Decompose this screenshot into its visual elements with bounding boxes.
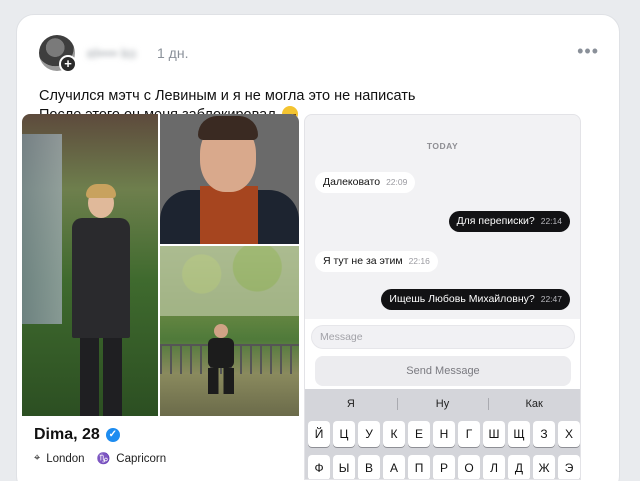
- key[interactable]: З: [533, 421, 555, 447]
- post-text-line: Случился мэтч с Левиным и я не могла это…: [39, 88, 416, 104]
- suggestion-item[interactable]: Ну: [396, 393, 489, 415]
- profile-info: Dima, 28 ✓ ⌖ London ♑ Capricorn: [22, 416, 299, 480]
- key[interactable]: П: [408, 455, 430, 479]
- key[interactable]: Л: [483, 455, 505, 479]
- dating-profile-screenshot: Dima, 28 ✓ ⌖ London ♑ Capricorn: [22, 114, 299, 480]
- chat-message-incoming: Далековато 22:09: [315, 172, 416, 193]
- key[interactable]: Х: [558, 421, 580, 447]
- chat-day-label: TODAY: [426, 141, 459, 151]
- add-friend-icon[interactable]: +: [59, 55, 77, 73]
- location-pin-icon: ⌖: [34, 452, 41, 464]
- key[interactable]: Ц: [333, 421, 355, 447]
- keyboard-row-1: Й Ц У К Е Н Г Ш Щ З Х: [308, 421, 580, 447]
- suggestion-item[interactable]: Я: [305, 393, 397, 415]
- chat-screenshot: TODAY Далековато 22:09 Для переписки? 22:1…: [304, 114, 581, 480]
- key[interactable]: Й: [308, 421, 330, 447]
- profile-name: Dima, 28: [34, 426, 100, 443]
- suggestion-item[interactable]: Как: [488, 393, 580, 415]
- key[interactable]: Д: [508, 455, 530, 479]
- key[interactable]: О: [458, 455, 480, 479]
- key[interactable]: Э: [558, 455, 580, 479]
- key[interactable]: Е: [408, 421, 430, 447]
- profile-photo-garden: [160, 246, 299, 416]
- more-horizontal-icon[interactable]: •••: [577, 41, 599, 62]
- zodiac-capricorn-icon: ♑: [96, 453, 111, 465]
- key[interactable]: Р: [433, 455, 455, 479]
- key[interactable]: Ш: [483, 421, 505, 447]
- chat-message-outgoing: Для переписки? 22:14: [448, 211, 570, 232]
- key[interactable]: К: [383, 421, 405, 447]
- key[interactable]: Н: [433, 421, 455, 447]
- key[interactable]: Г: [458, 421, 480, 447]
- chat-message-outgoing: Ищешь Любовь Михайловну? 22:47: [381, 289, 570, 310]
- post-author[interactable]: el•••• ko: [87, 45, 136, 61]
- keyboard-row-2: Ф Ы В А П Р О Л Д Ж Э: [308, 455, 580, 479]
- send-message-button[interactable]: Send Message: [315, 356, 571, 386]
- key[interactable]: В: [358, 455, 380, 479]
- verified-check-icon: ✓: [105, 428, 120, 442]
- key[interactable]: Ы: [333, 455, 355, 479]
- profile-zodiac: Capricorn: [116, 452, 167, 465]
- onscreen-keyboard: Я Ну Как Й Ц У К Е Н Г Ш Щ З Х Ф Ы В А П…: [305, 389, 580, 479]
- profile-photo-portrait: [160, 114, 299, 244]
- post-time: 1 дн.: [157, 45, 189, 61]
- post-header: + el•••• ko 1 дн. •••: [39, 35, 599, 73]
- message-input[interactable]: [311, 325, 575, 349]
- chat-message-incoming: Я тут не за этим 22:16: [315, 251, 438, 272]
- profile-location: London: [46, 452, 85, 465]
- profile-photo-main: [22, 114, 158, 416]
- key[interactable]: Ж: [533, 455, 555, 479]
- key[interactable]: Ф: [308, 455, 330, 479]
- key[interactable]: А: [383, 455, 405, 479]
- keyboard-suggestions: Я Ну Как: [305, 393, 580, 415]
- key[interactable]: У: [358, 421, 380, 447]
- key[interactable]: Щ: [508, 421, 530, 447]
